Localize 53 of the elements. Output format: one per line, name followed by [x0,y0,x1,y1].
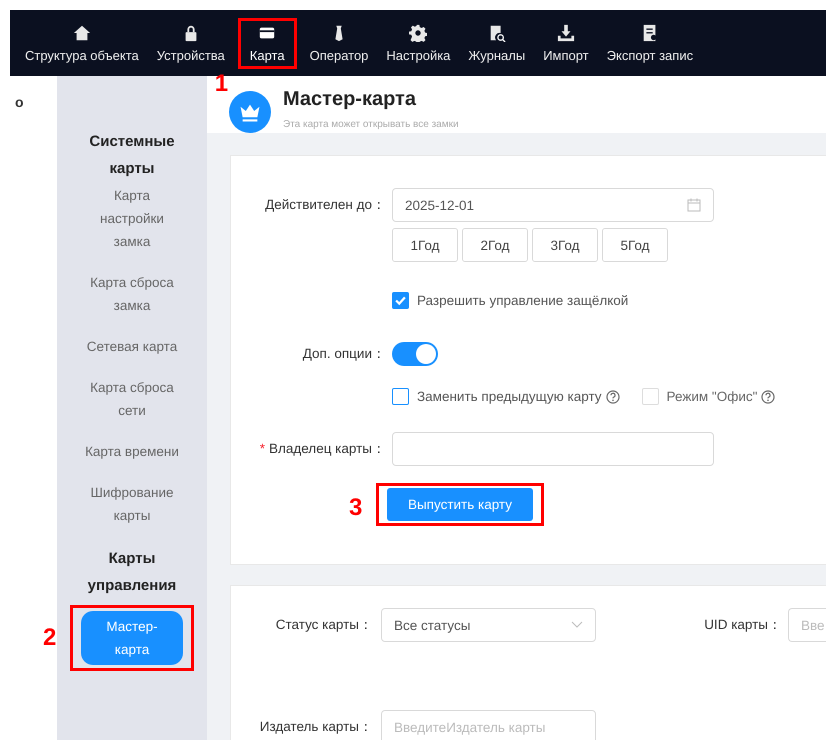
help-icon[interactable] [606,390,620,404]
sidebar-item[interactable]: Карта настройки замка [84,184,180,253]
sidebar-item[interactable]: Карта сброса сети [84,376,180,422]
year-button[interactable]: 5Год [602,228,668,262]
field-label: UID карты： [704,617,782,632]
sidebar-item[interactable]: Сетевая карта [84,335,180,358]
input-field[interactable]: Вве [788,608,826,642]
sidebar-item[interactable]: Карта времени [84,440,180,463]
field-label: Доп. опции： [302,346,386,361]
checkbox[interactable] [392,388,409,405]
help-icon[interactable] [761,390,776,404]
year-button[interactable]: 2Год [462,228,528,262]
page-subtitle: Эта карта может открывать все замки [283,119,459,130]
required-mark: * [260,441,265,456]
sidebar-item[interactable]: Карта сброса замка [84,271,180,317]
step-number: 1 [214,72,228,96]
nav-tab[interactable]: Журналы [459,24,534,62]
house-icon [72,24,91,42]
page-title: Мастер-карта [283,88,418,111]
nav-tab[interactable]: Карта [240,24,294,62]
status-select[interactable]: Все статусы [381,608,596,642]
download-icon [556,24,575,42]
nav-tab[interactable]: Экспорт запис [598,24,702,62]
year-button[interactable]: 1Год [392,228,458,262]
nav-tab[interactable]: Настройка [377,24,460,62]
sidebar-heading: Карты управления [86,549,178,596]
truncated-text: о [15,94,24,110]
nav-tab[interactable]: Структура объекта [16,24,148,62]
checkbox-label: Заменить предыдущую карту [417,389,602,404]
field-label: Действителен до： [265,197,386,212]
sidebar-item[interactable]: Шифрование карты [84,481,180,527]
settings-icon [409,24,428,42]
field-label: Владелец карты： [268,441,386,456]
document-search-icon [488,24,506,42]
date-field[interactable]: 2025-12-01 [392,188,714,222]
checkbox[interactable] [392,292,409,309]
calendar-icon [687,198,701,212]
toggle-switch[interactable] [392,342,438,366]
crown-icon [229,91,271,133]
nav-tab[interactable]: Устройства [148,24,234,62]
field-label: Издатель карты： [260,719,373,734]
checkbox-label: Разрешить управление защёлкой [417,293,628,308]
sidebar-heading: Системные карты [88,132,176,179]
nav-tab[interactable]: Импорт [534,24,598,62]
input-field[interactable]: ВведитеИздатель карты [381,710,596,740]
nav-tab[interactable]: Оператор [300,24,378,62]
field-label: Статус карты： [276,617,373,632]
input-field[interactable] [392,432,714,466]
year-button[interactable]: 3Год [532,228,598,262]
checkbox-label: Режим "Офис" [666,389,758,404]
chevron-down-icon [571,621,583,629]
step-number: 2 [43,626,56,650]
step-number: 3 [349,496,362,520]
